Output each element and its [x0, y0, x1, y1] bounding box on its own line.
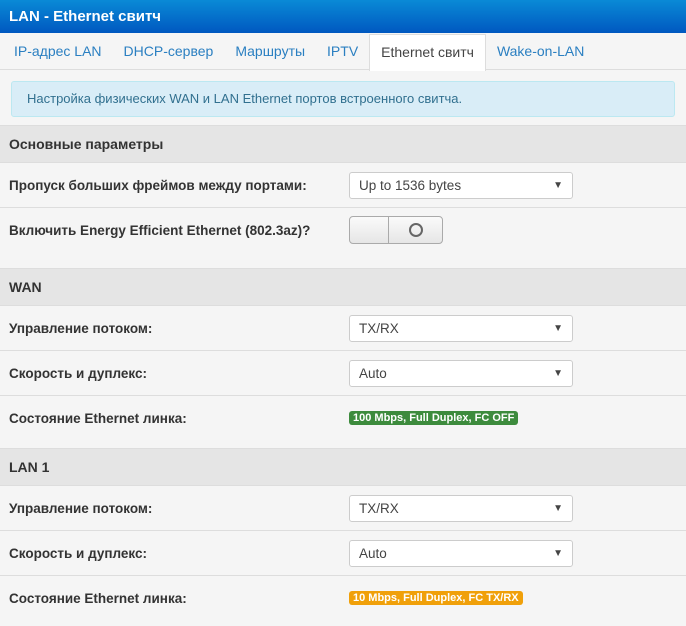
jumbo-value: Up to 1536 bytes — [359, 177, 462, 193]
wan-link-label: Состояние Ethernet линка: — [9, 410, 187, 426]
section-main: Основные параметры — [0, 125, 686, 162]
tab-dhcp[interactable]: DHCP-сервер — [113, 34, 225, 69]
lan1-flow-label: Управление потоком: — [9, 500, 153, 516]
wan-flow-value: TX/RX — [359, 320, 399, 336]
caret-down-icon: ▼ — [553, 547, 563, 559]
jumbo-select[interactable]: Up to 1536 bytes ▼ — [349, 171, 573, 199]
wan-speed-label: Скорость и дуплекс: — [9, 365, 147, 381]
lan1-flow-value: TX/RX — [359, 500, 399, 516]
lan1-speed-label: Скорость и дуплекс: — [9, 545, 147, 561]
off-circle-icon — [408, 223, 423, 237]
eee-toggle[interactable] — [349, 216, 443, 244]
tab-bar: IP-адрес LAN DHCP-сервер Маршруты IPTV E… — [0, 33, 686, 71]
tab-iptv[interactable]: IPTV — [316, 34, 369, 69]
wan-speed-select[interactable]: Auto ▼ — [349, 359, 573, 387]
page-header: LAN - Ethernet свитч — [0, 0, 686, 33]
caret-down-icon: ▼ — [553, 502, 563, 514]
wan-flow-label: Управление потоком: — [9, 320, 153, 336]
caret-down-icon: ▼ — [553, 322, 563, 334]
lan1-speed-value: Auto — [359, 545, 387, 561]
tab-ethernet-switch[interactable]: Ethernet свитч — [369, 34, 486, 71]
caret-down-icon: ▼ — [553, 179, 563, 191]
wan-link-status-badge: 100 Mbps, Full Duplex, FC OFF — [349, 411, 519, 425]
lan1-link-label: Состояние Ethernet линка: — [9, 590, 187, 606]
tab-wake-on-lan[interactable]: Wake-on-LAN — [486, 34, 595, 69]
lan1-speed-select[interactable]: Auto ▼ — [349, 539, 573, 567]
section-wan: WAN — [0, 268, 686, 305]
wan-speed-value: Auto — [359, 365, 387, 381]
wan-flow-select[interactable]: TX/RX ▼ — [349, 314, 573, 342]
info-alert: Настройка физических WAN и LAN Ethernet … — [11, 81, 675, 117]
section-lan1: LAN 1 — [0, 448, 686, 485]
lan1-flow-select[interactable]: TX/RX ▼ — [349, 494, 573, 522]
lan1-link-status-badge: 10 Mbps, Full Duplex, FC TX/RX — [349, 591, 523, 605]
tab-ip-lan[interactable]: IP-адрес LAN — [3, 34, 113, 69]
eee-label: Включить Energy Efficient Ethernet (802.… — [9, 222, 311, 238]
tab-routes[interactable]: Маршруты — [224, 34, 316, 69]
jumbo-label: Пропуск больших фреймов между портами: — [9, 177, 307, 193]
caret-down-icon: ▼ — [553, 367, 563, 379]
